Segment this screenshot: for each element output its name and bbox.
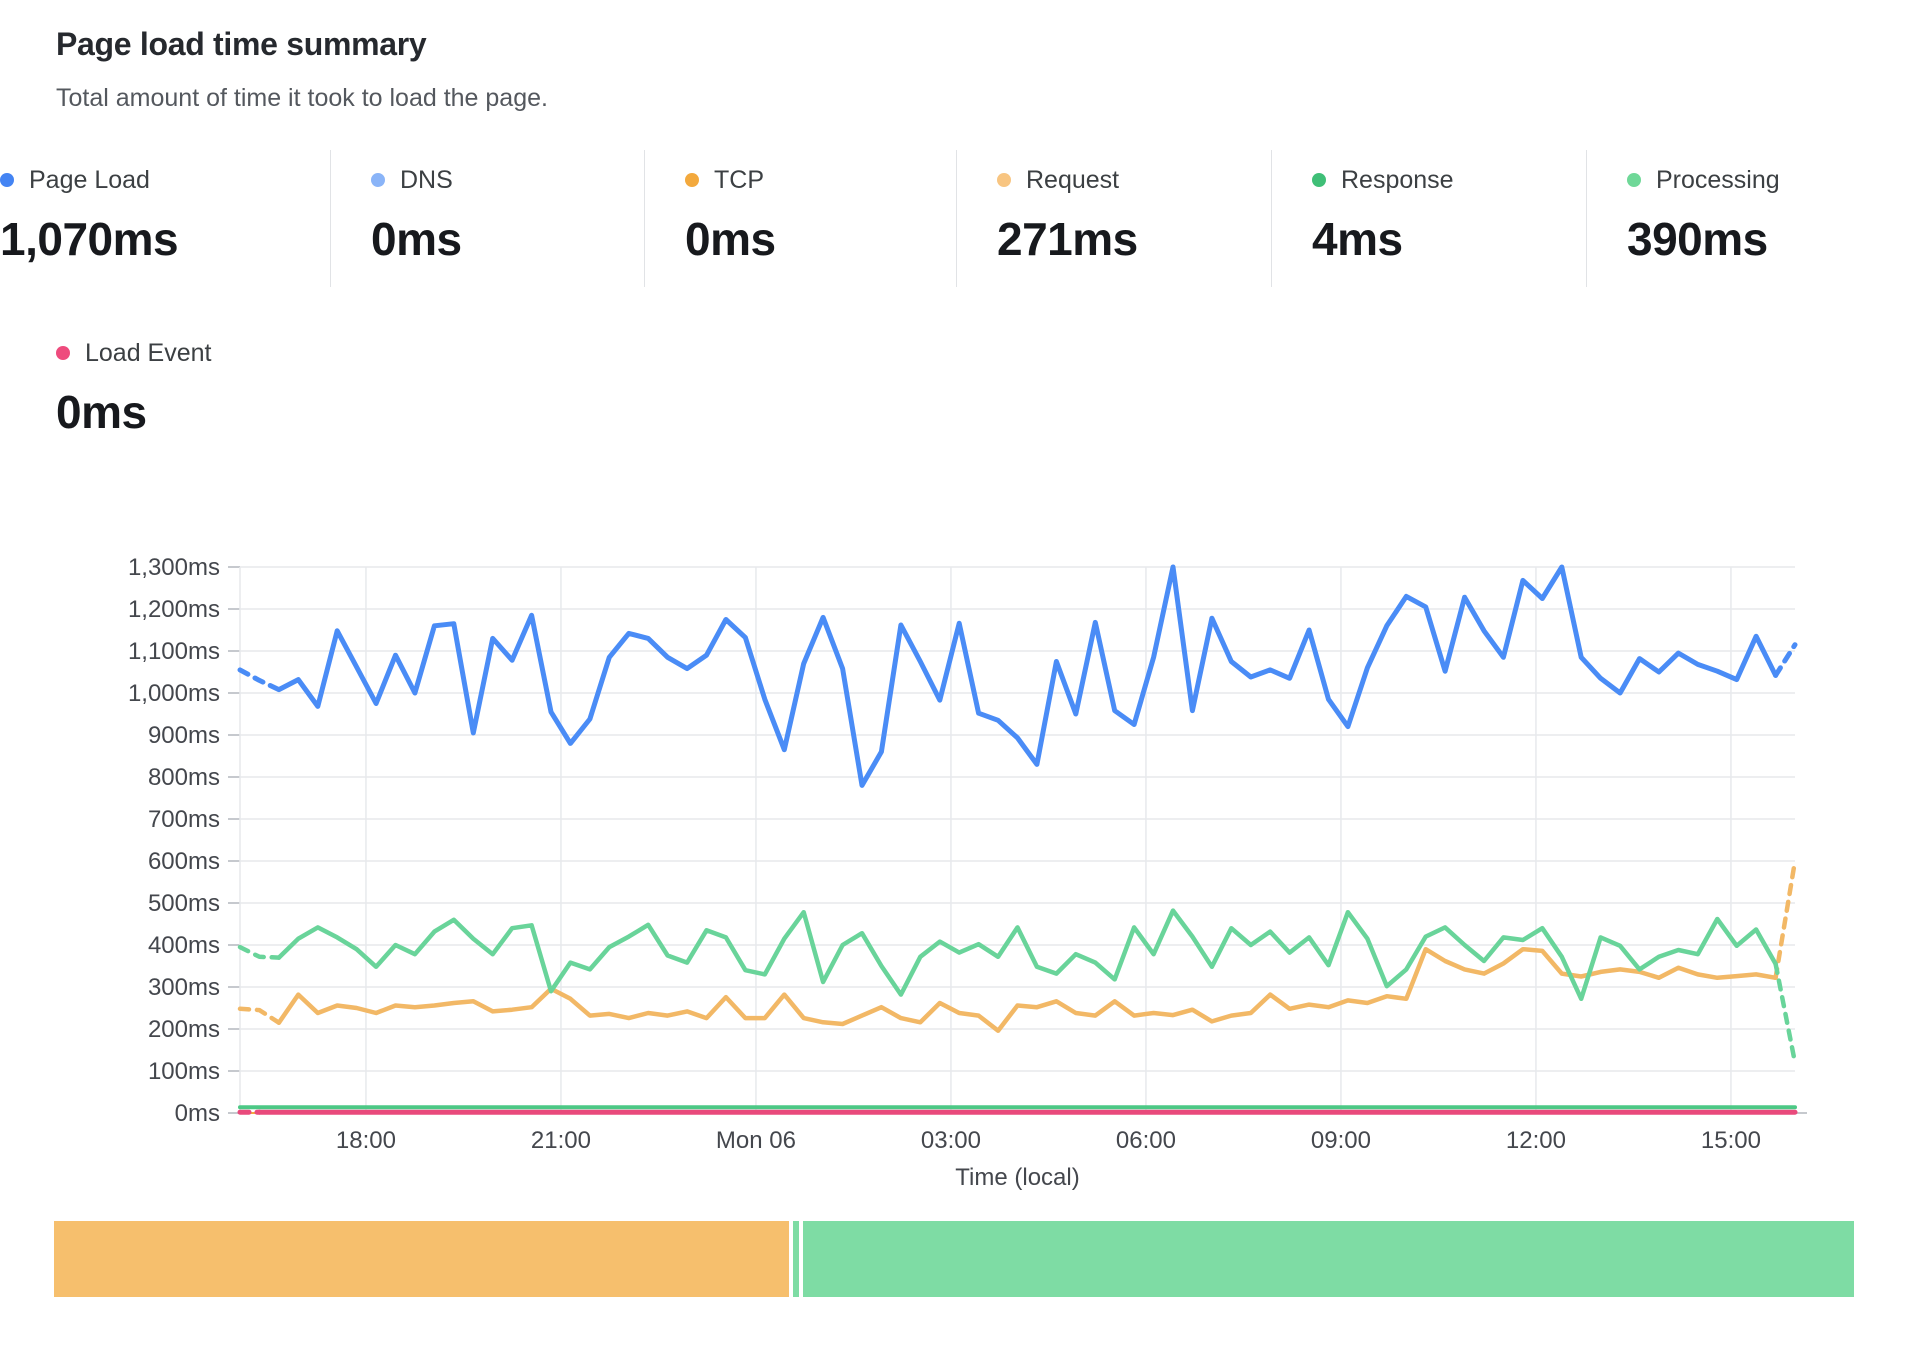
series-processing: [279, 911, 1776, 999]
stat-dns: DNS 0ms: [330, 150, 644, 287]
page-subtitle: Total amount of time it took to load the…: [56, 84, 548, 113]
stat-tcp-head: TCP: [685, 164, 956, 196]
stat-response-head: Response: [1312, 164, 1586, 196]
y-tick-label: 1,000ms: [128, 680, 220, 707]
tcp-dot-icon: [685, 173, 699, 187]
x-tick-label: 18:00: [336, 1127, 396, 1154]
stat-page-load: Page Load 1,070ms: [0, 150, 330, 287]
bar-segment-sliver[interactable]: [793, 1221, 799, 1297]
y-tick-label: 900ms: [148, 722, 220, 749]
page-load-summary-panel: Page load time summary Total amount of t…: [0, 0, 1910, 1352]
y-tick-label: 800ms: [148, 764, 220, 791]
y-tick-label: 1,100ms: [128, 638, 220, 665]
y-tick-label: 1,200ms: [128, 596, 220, 623]
stat-label: TCP: [714, 166, 764, 195]
x-tick-label: 15:00: [1701, 1127, 1761, 1154]
stat-dns-head: DNS: [371, 164, 644, 196]
x-tick-label: 09:00: [1311, 1127, 1371, 1154]
stat-request: Request 271ms: [956, 150, 1271, 287]
stat-value: 390ms: [1627, 212, 1910, 266]
y-tick-label: 200ms: [148, 1016, 220, 1043]
x-tick-label: Mon 06: [716, 1127, 796, 1154]
stat-response: Response 4ms: [1271, 150, 1586, 287]
series-request: [279, 949, 1776, 1030]
stat-label: Processing: [1656, 166, 1780, 195]
stat-label: Request: [1026, 166, 1119, 195]
stat-value: 0ms: [371, 212, 644, 266]
series-processing: [240, 947, 279, 958]
stat-label: Page Load: [29, 166, 150, 195]
x-tick-label: 06:00: [1116, 1127, 1176, 1154]
processing-dot-icon: [1627, 173, 1641, 187]
x-tick-label: 03:00: [921, 1127, 981, 1154]
stat-tcp: TCP 0ms: [644, 150, 956, 287]
series-request: [1776, 861, 1795, 978]
load-event-dot-icon: [56, 346, 70, 360]
stat-label: Response: [1341, 166, 1454, 195]
response-dot-icon: [1312, 173, 1326, 187]
stat-label: DNS: [400, 166, 453, 195]
series-page-load: [1776, 645, 1795, 676]
series-processing: [1776, 964, 1795, 1063]
y-tick-label: 700ms: [148, 806, 220, 833]
y-tick-label: 1,300ms: [128, 554, 220, 581]
x-tick-label: 21:00: [531, 1127, 591, 1154]
y-tick-label: 500ms: [148, 890, 220, 917]
series-page-load: [240, 670, 279, 690]
series-page-load: [279, 567, 1776, 785]
y-tick-label: 0ms: [175, 1100, 220, 1127]
page-load-time-chart[interactable]: 0ms 100ms 200ms 300ms 400ms 500ms 600ms 700ms 80…: [0, 440, 1910, 1200]
page-title: Page load time summary: [56, 26, 426, 63]
timeline-ratio-bar[interactable]: [54, 1221, 1854, 1297]
bar-segment-request-share[interactable]: [54, 1221, 789, 1297]
stat-request-head: Request: [997, 164, 1271, 196]
dns-dot-icon: [371, 173, 385, 187]
y-tick-label: 400ms: [148, 932, 220, 959]
stat-value: 0ms: [685, 212, 956, 266]
bar-segment-processing-share[interactable]: [803, 1221, 1854, 1297]
stat-load-event-head: Load Event: [56, 337, 212, 369]
stat-label: Load Event: [85, 339, 212, 368]
stat-value: 1,070ms: [0, 212, 330, 266]
request-dot-icon: [997, 173, 1011, 187]
stat-page-load-head: Page Load: [0, 164, 330, 196]
stat-value: 0ms: [56, 385, 212, 439]
x-axis-caption: Time (local): [955, 1164, 1079, 1191]
series-request: [240, 1009, 279, 1023]
y-tick-label: 100ms: [148, 1058, 220, 1085]
stats-row: Page Load 1,070ms DNS 0ms TCP 0ms Reques…: [0, 150, 1910, 287]
stat-load-event: Load Event 0ms: [56, 337, 212, 439]
stat-processing: Processing 390ms: [1586, 150, 1910, 287]
y-tick-label: 600ms: [148, 848, 220, 875]
page-load-dot-icon: [0, 173, 14, 187]
stat-processing-head: Processing: [1627, 164, 1910, 196]
y-tick-label: 300ms: [148, 974, 220, 1001]
stat-value: 4ms: [1312, 212, 1586, 266]
stat-value: 271ms: [997, 212, 1271, 266]
x-tick-label: 12:00: [1506, 1127, 1566, 1154]
